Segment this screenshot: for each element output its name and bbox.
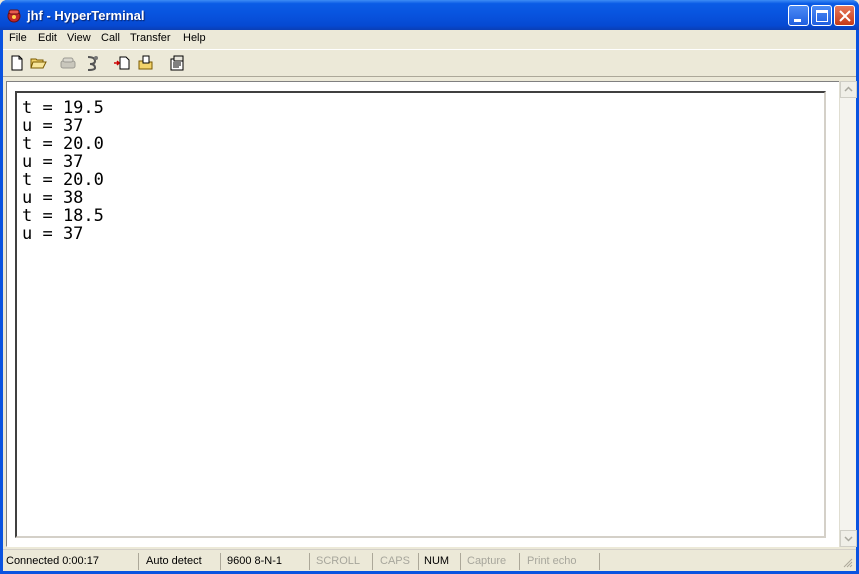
terminal-output: t = 19.5 u = 37 t = 20.0 u = 37 t = 20.0 u = …: [22, 99, 104, 243]
arrow-down-icon: [844, 536, 853, 542]
hyperterminal-window: jhf - HyperTerminal File Edit View Call …: [0, 0, 859, 574]
send-file-icon[interactable]: [113, 54, 131, 72]
status-num: NUM: [421, 553, 461, 570]
open-folder-icon[interactable]: [29, 54, 47, 72]
menu-file[interactable]: File: [9, 32, 27, 44]
menu-help[interactable]: Help: [183, 32, 206, 44]
scroll-up-button[interactable]: [840, 81, 857, 98]
terminal-line: u = 37: [22, 116, 84, 136]
status-auto-detect: Auto detect: [143, 553, 221, 570]
resize-grip-icon[interactable]: [841, 556, 853, 568]
maximize-button[interactable]: [811, 5, 832, 26]
menu-transfer[interactable]: Transfer: [130, 32, 171, 44]
status-capture: Capture: [464, 553, 520, 570]
hang-up-icon[interactable]: [83, 54, 101, 72]
status-scroll: SCROLL: [313, 553, 373, 570]
close-button[interactable]: [834, 5, 855, 26]
terminal-line: t = 18.5: [22, 206, 104, 226]
arrow-up-icon: [844, 86, 853, 92]
new-document-icon[interactable]: [8, 54, 26, 72]
toolbar: [3, 49, 856, 77]
window-title: jhf - HyperTerminal: [27, 8, 145, 23]
menu-call[interactable]: Call: [101, 32, 120, 44]
client-area: File Edit View Call Transfer Help t = 19…: [3, 30, 857, 571]
vertical-scrollbar[interactable]: [839, 81, 857, 547]
terminal-line: t = 20.0: [22, 134, 104, 154]
menu-edit[interactable]: Edit: [38, 32, 57, 44]
terminal-line: t = 20.0: [22, 170, 104, 190]
menu-view[interactable]: View: [67, 32, 91, 44]
terminal-line: t = 19.5: [22, 98, 104, 118]
terminal-line: u = 37: [22, 152, 84, 172]
status-connected: Connected 0:00:17: [3, 553, 139, 570]
terminal-screen[interactable]: [15, 91, 826, 538]
menu-bar: File Edit View Call Transfer Help: [3, 30, 856, 48]
hyperterminal-phone-icon[interactable]: [6, 7, 22, 23]
terminal-line: u = 37: [22, 224, 84, 244]
status-caps: CAPS: [377, 553, 419, 570]
receive-file-icon[interactable]: [137, 54, 155, 72]
status-print-echo: Print echo: [524, 553, 600, 570]
terminal-line: u = 38: [22, 188, 84, 208]
close-icon: [839, 10, 851, 22]
title-bar[interactable]: jhf - HyperTerminal: [0, 0, 859, 30]
status-port-settings: 9600 8-N-1: [224, 553, 310, 570]
maximize-icon: [816, 10, 828, 22]
minimize-button[interactable]: [788, 5, 809, 26]
disconnected-phone-icon[interactable]: [59, 54, 77, 72]
scroll-down-button[interactable]: [840, 530, 857, 547]
minimize-icon: [794, 19, 801, 22]
status-bar: Connected 0:00:17 Auto detect 9600 8-N-1…: [3, 549, 856, 571]
properties-icon[interactable]: [168, 54, 186, 72]
